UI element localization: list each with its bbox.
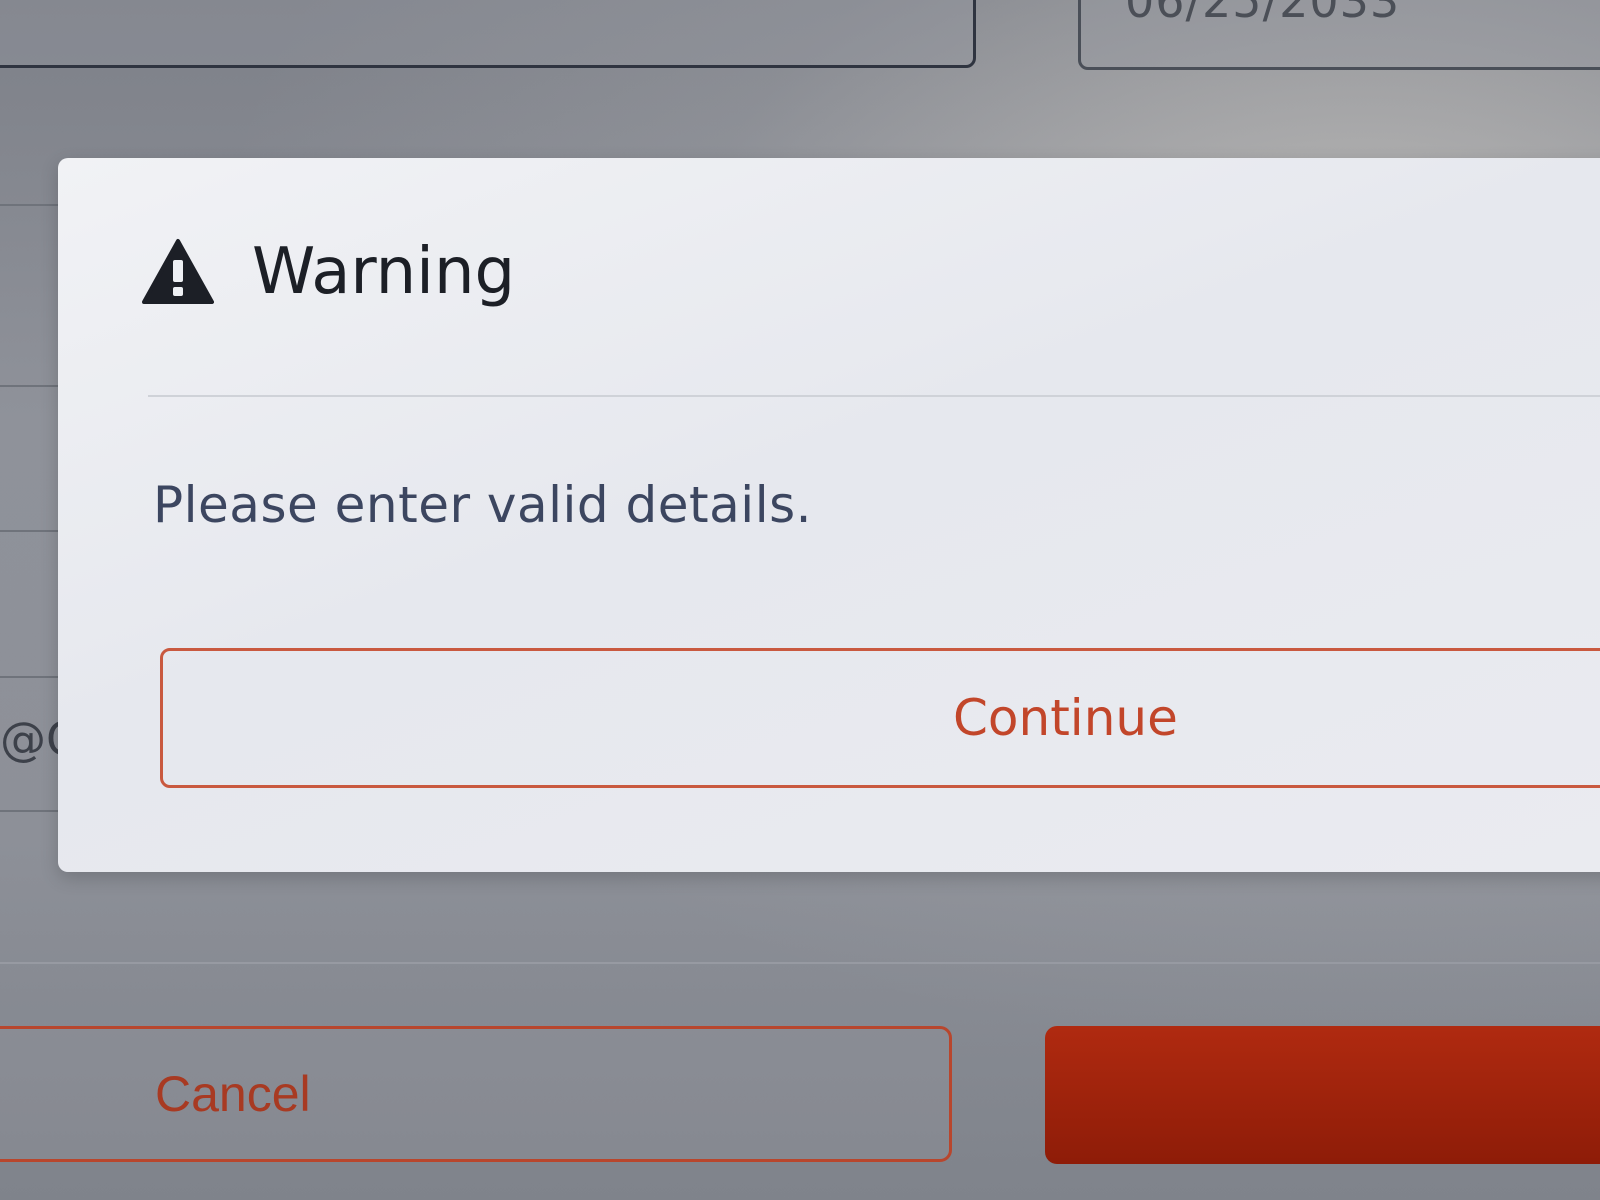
dialog-divider [148, 395, 1600, 397]
dialog-title: Warning [252, 235, 516, 309]
dialog-header: Warning [142, 238, 515, 306]
background-date-value: 06/25/2033 [1125, 0, 1401, 28]
dialog-message: Please enter valid details. [153, 476, 813, 534]
cancel-button-label: Cancel [155, 1066, 311, 1122]
primary-submit-button[interactable] [1045, 1026, 1600, 1164]
warning-triangle-icon [142, 238, 214, 306]
continue-button-label: Continue [953, 689, 1178, 747]
background-divider [0, 962, 1600, 964]
warning-dialog: Warning Please enter valid details. Cont… [58, 158, 1600, 872]
continue-button[interactable]: Continue [160, 648, 1600, 788]
cancel-button[interactable]: Cancel [0, 1026, 952, 1162]
background-text-field[interactable] [0, 0, 976, 68]
